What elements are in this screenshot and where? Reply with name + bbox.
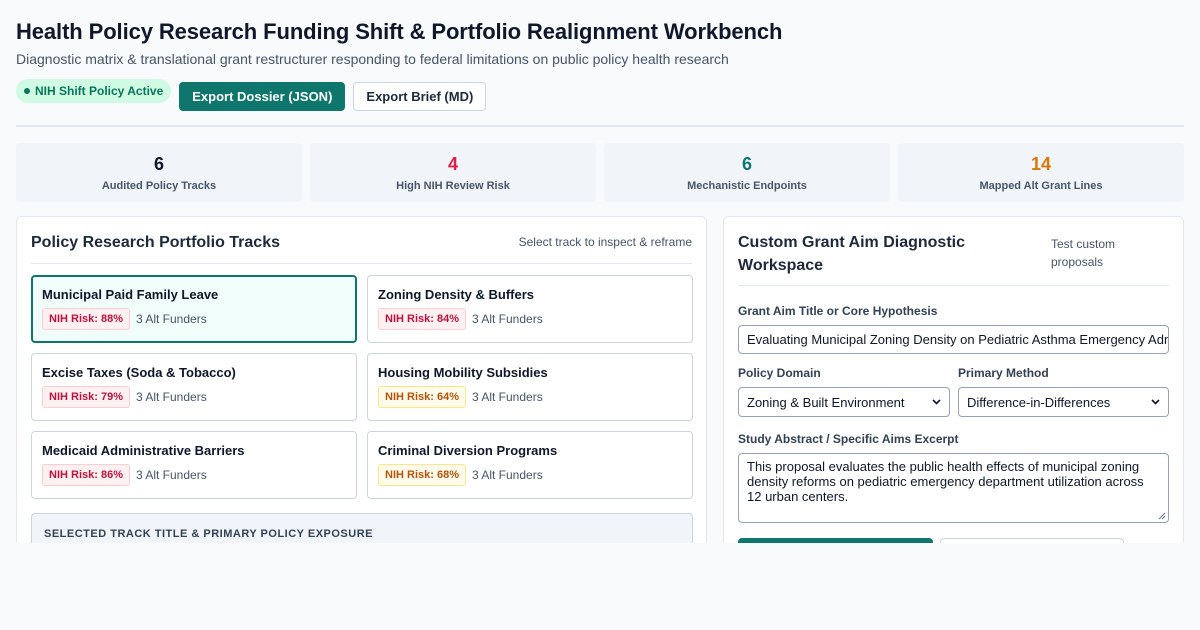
risk-badge: NIH Risk: 64% [378,386,466,408]
status-badge-label: NIH Shift Policy Active [35,83,164,98]
stat-value: 6 [153,153,164,174]
primary-method-value: Difference-in-Differences [967,394,1111,410]
aim-title-input[interactable]: Evaluating Municipal Zoning Density on P… [738,325,1169,354]
track-name: Municipal Paid Family Leave [42,287,219,302]
header-actions: NIH Shift Policy Active Export Dossier (… [16,78,487,111]
page-subtitle: Diagnostic matrix & translational grant … [16,51,729,67]
workspace-hint: Test custom proposals [1051,237,1116,269]
track-meta: NIH Risk: 64% 3 Alt Funders [378,386,682,408]
portfolio-panel: Policy Research Portfolio Tracks Select … [16,216,707,543]
track-card-medicaid-barriers[interactable]: Medicaid Administrative Barriers NIH Ris… [31,431,357,499]
chevron-down-icon [932,399,941,405]
risk-badge: NIH Risk: 68% [378,464,466,486]
status-badge: NIH Shift Policy Active [16,78,172,103]
track-meta: NIH Risk: 79% 3 Alt Funders [42,386,346,408]
stat-label: Mapped Alt Grant Lines [979,179,1103,192]
alt-funders-count: 3 Alt Funders [471,468,543,482]
policy-domain-select[interactable]: Zoning & Built Environment [738,387,950,417]
stat-audited-tracks: 6 Audited Policy Tracks [16,143,302,202]
stat-value: 14 [1030,153,1052,174]
viewport: Health Policy Research Funding Shift & P… [0,0,1200,543]
policy-domain-value: Zoning & Built Environment [747,394,905,410]
abstract-text: This proposal evaluates the public healt… [747,459,1144,504]
risk-badge: NIH Risk: 86% [42,464,130,486]
track-card-criminal-diversion[interactable]: Criminal Diversion Programs NIH Risk: 68… [367,431,693,499]
resize-handle-icon[interactable] [1158,512,1166,520]
risk-badge: NIH Risk: 88% [42,308,130,330]
alt-funders-count: 3 Alt Funders [135,390,207,404]
status-dot-icon [24,87,30,94]
track-name: Medicaid Administrative Barriers [42,443,245,458]
export-brief-button[interactable]: Export Brief (MD) [353,82,487,111]
alt-funders-count: 3 Alt Funders [471,390,543,404]
export-json-button[interactable]: Export Dossier (JSON) [179,82,346,111]
stat-mechanistic-endpoints: 6 Mechanistic Endpoints [604,143,890,202]
track-meta: NIH Risk: 88% 3 Alt Funders [42,308,346,330]
stat-high-risk: 4 High NIH Review Risk [310,143,596,202]
workspace-title: Custom Grant Aim Diagnostic Workspace [738,234,965,274]
stat-value: 4 [447,153,458,174]
risk-badge: NIH Risk: 84% [378,308,466,330]
track-name: Zoning Density & Buffers [378,287,535,302]
track-meta: NIH Risk: 68% 3 Alt Funders [378,464,682,486]
policy-domain-label: Policy Domain [738,366,821,380]
alt-funders-count: 3 Alt Funders [471,312,543,326]
track-card-excise-taxes[interactable]: Excise Taxes (Soda & Tobacco) NIH Risk: … [31,353,357,421]
risk-badge: NIH Risk: 79% [42,386,130,408]
track-meta: NIH Risk: 86% 3 Alt Funders [42,464,346,486]
track-card-zoning-density[interactable]: Zoning Density & Buffers NIH Risk: 84% 3… [367,275,693,343]
secondary-action-button[interactable] [940,538,1124,543]
chevron-down-icon [1151,399,1160,405]
panel-divider [738,285,1169,286]
header-divider [16,125,1184,127]
track-meta: NIH Risk: 84% 3 Alt Funders [378,308,682,330]
stat-label: Audited Policy Tracks [101,179,217,192]
abstract-label: Study Abstract / Specific Aims Excerpt [738,432,959,446]
selected-track-heading: SELECTED TRACK TITLE & PRIMARY POLICY EX… [44,528,373,540]
portfolio-hint: Select track to inspect & reframe [518,235,692,249]
primary-method-select[interactable]: Difference-in-Differences [958,387,1169,417]
alt-funders-count: 3 Alt Funders [135,468,207,482]
panel-divider [31,263,692,264]
workbench-page: Health Policy Research Funding Shift & P… [0,0,1200,630]
stat-label: High NIH Review Risk [396,179,510,192]
track-name: Criminal Diversion Programs [378,443,558,458]
primary-method-label: Primary Method [958,366,1049,380]
stat-value: 6 [741,153,752,174]
alt-funders-count: 3 Alt Funders [135,312,207,326]
stat-label: Mechanistic Endpoints [687,179,807,192]
track-grid: Municipal Paid Family Leave NIH Risk: 88… [31,275,693,499]
selected-track-section: SELECTED TRACK TITLE & PRIMARY POLICY EX… [31,513,693,543]
aim-title-label: Grant Aim Title or Core Hypothesis [738,304,938,318]
track-name: Excise Taxes (Soda & Tobacco) [42,365,236,380]
stat-alt-grant-lines: 14 Mapped Alt Grant Lines [898,143,1184,202]
track-card-housing-mobility[interactable]: Housing Mobility Subsidies NIH Risk: 64%… [367,353,693,421]
abstract-textarea[interactable]: This proposal evaluates the public healt… [738,453,1169,523]
portfolio-title: Policy Research Portfolio Tracks [31,234,280,251]
page-title: Health Policy Research Funding Shift & P… [16,19,783,44]
workspace-panel: Custom Grant Aim Diagnostic Workspace Te… [723,216,1184,543]
stats-row: 6 Audited Policy Tracks 4 High NIH Revie… [16,143,1184,202]
run-diagnostic-button[interactable] [738,538,933,543]
track-card-paid-family-leave[interactable]: Municipal Paid Family Leave NIH Risk: 88… [31,275,357,343]
track-name: Housing Mobility Subsidies [378,365,548,380]
